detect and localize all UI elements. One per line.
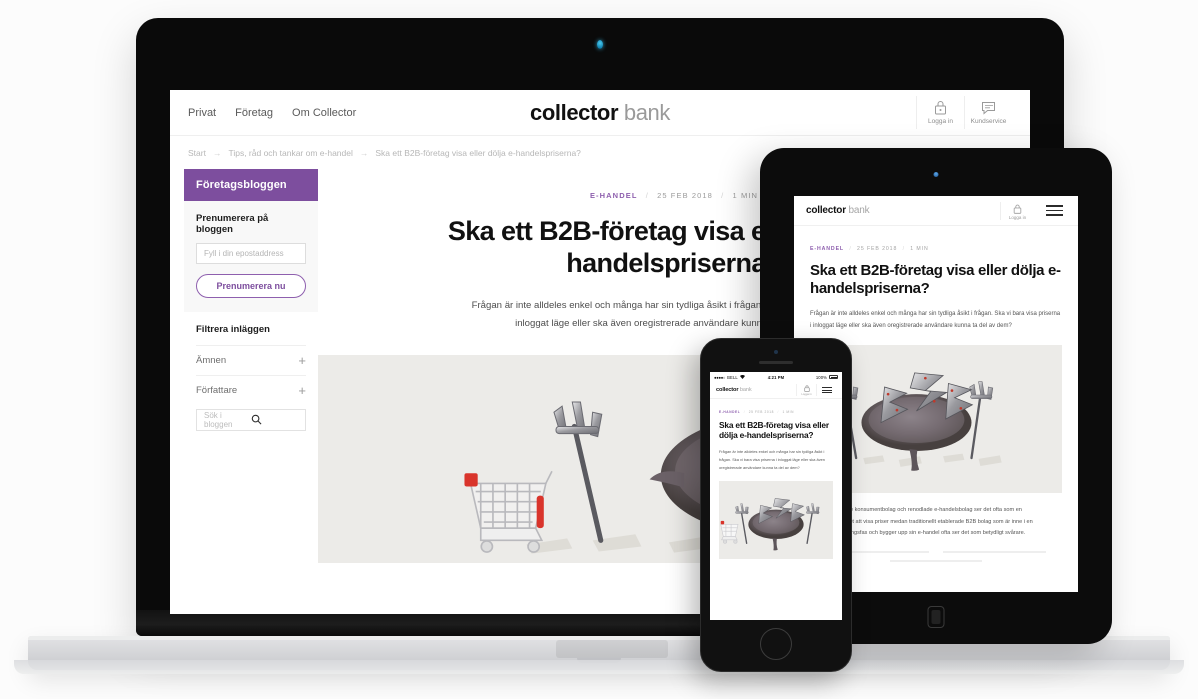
search-input[interactable]: Sök i bloggen [204, 411, 251, 429]
article-date: 25 FEB 2018 [657, 191, 713, 200]
customer-service-button[interactable]: Kundservice [964, 96, 1012, 129]
tablet-header-icons: Logga in [1000, 201, 1066, 220]
article-category[interactable]: E-HANDEL [590, 191, 638, 200]
hamburger-icon[interactable] [816, 383, 836, 397]
phone-page-title: Ska ett B2B-företag visa eller dölja e-h… [719, 420, 829, 441]
filter-row-forfattare[interactable]: Författare + [196, 375, 306, 405]
login-button[interactable]: Logga in [916, 96, 964, 129]
meta-separator: / [777, 410, 779, 414]
phone-screen: ●●●●○ BELL 4:21 PM 100% collector bank L… [710, 372, 842, 620]
lock-icon [917, 100, 964, 115]
site-header: Privat Företag Om Collector collector ba… [170, 90, 1030, 136]
phone-logo[interactable]: collector bank [716, 387, 752, 393]
laptop-webcam-icon [597, 40, 603, 49]
meta-separator: / [721, 191, 725, 200]
wifi-icon [739, 374, 745, 380]
logo-secondary-text: bank [739, 387, 752, 393]
tablet-home-button[interactable] [927, 606, 945, 628]
breadcrumb-arrow-icon: → [359, 147, 369, 158]
tablet-page-title: Ska ett B2B-företag visa eller dölja e-h… [810, 262, 1061, 297]
login-label: Logga in [928, 118, 953, 126]
article-date: 25 FEB 2018 [857, 246, 898, 252]
meta-separator: / [902, 246, 905, 252]
phone-article-meta: E-HANDEL / 25 FEB 2018 / 1 MIN [719, 410, 833, 414]
phone-login-label: Logga in [801, 392, 812, 396]
article-readtime: 1 MIN [782, 410, 795, 414]
meta-separator: / [849, 246, 852, 252]
meta-separator: / [743, 410, 746, 414]
tablet-camera-icon [933, 172, 939, 177]
phone-camera-icon [774, 350, 778, 354]
filter-label: Författare [196, 385, 238, 396]
phone-article: E-HANDEL / 25 FEB 2018 / 1 MIN Ska ett B… [710, 399, 842, 559]
phone-home-button[interactable] [760, 628, 792, 660]
tablet-placeholder-line [890, 559, 982, 562]
phone-speaker [759, 361, 793, 364]
breadcrumb-arrow-icon: → [212, 147, 222, 158]
plus-icon[interactable]: + [298, 384, 306, 397]
article-date: 25 FEB 2018 [748, 410, 774, 414]
tablet-article-meta: E-HANDEL / 25 FEB 2018 / 1 MIN [810, 246, 1062, 252]
blog-search[interactable]: Sök i bloggen [196, 409, 306, 431]
subscribe-panel: Prenumerera på bloggen Fyll i din eposta… [184, 201, 318, 312]
tablet-login-label: Logga in [1008, 214, 1027, 220]
laptop-base-shadow [556, 640, 668, 658]
main-navigation: Privat Företag Om Collector [188, 107, 356, 119]
article-category[interactable]: E-HANDEL [810, 246, 844, 252]
site-logo[interactable]: collector bank [530, 100, 670, 126]
laptop-foot [14, 660, 1184, 674]
battery-icon [829, 375, 838, 379]
tablet-site-header: collector bank Logga in [794, 196, 1078, 226]
logo-primary-text: collector [530, 99, 619, 125]
email-field[interactable]: Fyll i din epostaddress [196, 243, 306, 264]
tablet-login-button[interactable]: Logga in [1000, 201, 1034, 220]
search-icon[interactable] [251, 414, 298, 427]
blog-sidebar: Företagsbloggen Prenumerera på bloggen F… [170, 169, 318, 614]
nav-item-privat[interactable]: Privat [188, 107, 216, 119]
tablet-logo[interactable]: collector bank [806, 205, 870, 216]
phone-header-icons: Logga in [796, 383, 836, 397]
subscribe-title: Prenumerera på bloggen [196, 213, 269, 235]
tablet-article-lead: Frågan är inte alldeles enkel och många … [810, 311, 1061, 329]
phone-login-button[interactable]: Logga in [796, 384, 816, 396]
device-showcase-scene: Privat Företag Om Collector collector ba… [0, 0, 1198, 699]
nav-item-foretag[interactable]: Företag [235, 107, 273, 119]
breadcrumb-item-tips[interactable]: Tips, råd och tankar om e-handel [228, 148, 352, 158]
subscribe-button[interactable]: Prenumerera nu [196, 274, 306, 298]
article-readtime: 1 MIN [732, 191, 759, 200]
battery-indicator: 100% [816, 375, 838, 380]
phone-article-lead: Frågan är inte alldeles enkel och många … [719, 448, 825, 470]
plus-icon[interactable]: + [298, 354, 306, 367]
lock-icon [1001, 204, 1034, 214]
nav-item-om-collector[interactable]: Om Collector [292, 107, 356, 119]
meta-separator: / [645, 191, 649, 200]
filter-row-amnen[interactable]: Ämnen + [196, 345, 306, 375]
phone-hero-image [719, 480, 833, 559]
phone-status-bar: ●●●●○ BELL 4:21 PM 100% [710, 372, 842, 382]
header-utility-icons: Logga in Kundservice [916, 96, 1012, 129]
customer-service-label: Kundservice [970, 118, 1007, 126]
filter-title: Filtrera inläggen [196, 324, 270, 335]
logo-primary-text: collector [716, 387, 739, 393]
filter-label: Ämnen [196, 355, 227, 366]
article-readtime: 1 MIN [910, 246, 929, 252]
filter-panel: Filtrera inläggen Ämnen + Författare + S… [184, 312, 318, 431]
logo-secondary-text: bank [623, 99, 671, 125]
article-category[interactable]: E-HANDEL [719, 410, 740, 414]
carrier-label: BELL [727, 374, 738, 380]
logo-secondary-text: bank [848, 205, 870, 216]
phone-site-header: collector bank Logga in [710, 382, 842, 399]
signal-icon: ●●●●○ [714, 374, 726, 380]
hamburger-icon[interactable] [1034, 205, 1066, 216]
phone-device: ●●●●○ BELL 4:21 PM 100% collector bank L… [700, 338, 852, 672]
breadcrumb-item-current: Ska ett B2B-företag visa eller dölja e-h… [375, 147, 581, 158]
sidebar-heading: Företagsbloggen [184, 169, 318, 201]
chat-icon [965, 100, 1012, 115]
logo-primary-text: collector [806, 205, 846, 216]
breadcrumb-item-start[interactable]: Start [188, 148, 206, 158]
clock-label: 4:21 PM [767, 374, 785, 380]
battery-percent-label: 100% [815, 374, 827, 380]
lock-icon [797, 385, 816, 393]
